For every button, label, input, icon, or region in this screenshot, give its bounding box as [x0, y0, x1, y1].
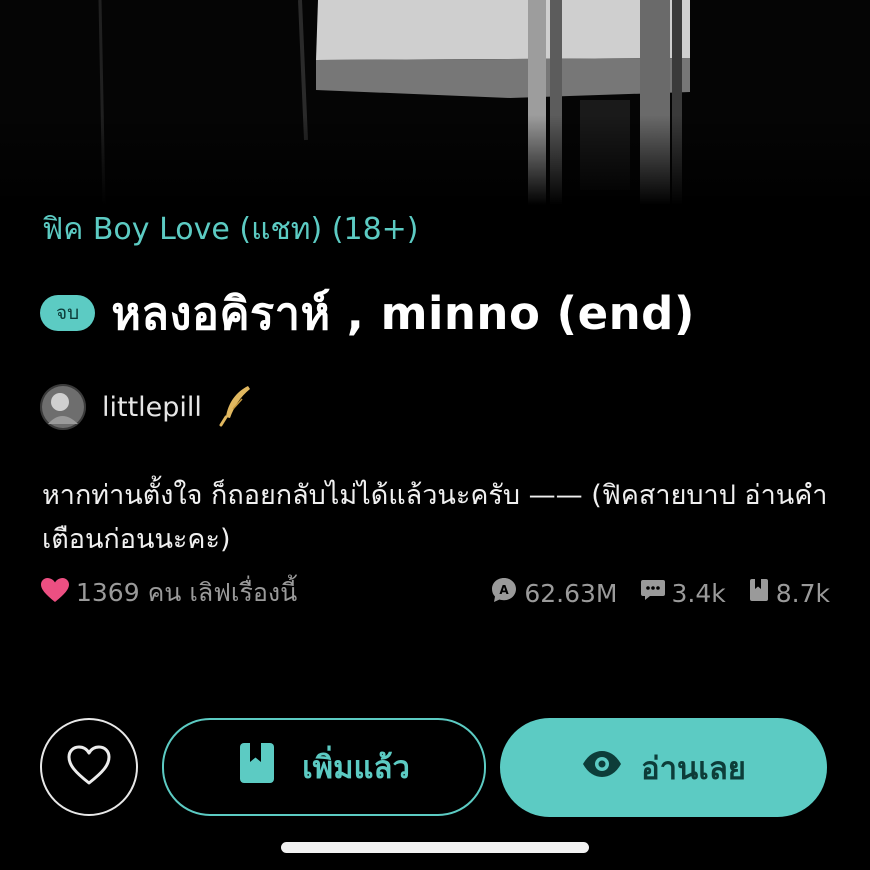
eye-icon: [581, 749, 623, 787]
story-title: หลงอคิราห์ , minno (end): [111, 287, 695, 340]
like-button[interactable]: [40, 718, 138, 816]
likes-count-text: 1369 คน เลิฟเรื่องนี้: [76, 578, 298, 607]
story-counters: A 62.63M 3.4k 8.7k: [490, 576, 830, 610]
heart-outline-icon: [66, 744, 112, 790]
feather-quill-icon: [218, 383, 254, 431]
view-count-icon: A: [490, 576, 518, 610]
add-to-library-button[interactable]: เพิ่มแล้ว: [162, 718, 486, 816]
bookmark-icon: [238, 741, 276, 793]
heart-filled-icon: [40, 577, 70, 609]
stats-row: 1369 คน เลิฟเรื่องนี้ A 62.63M 3.4k 8.7k: [40, 576, 830, 610]
comment-icon: [640, 578, 666, 608]
bookmark-icon: [748, 577, 770, 609]
status-badge: จบ: [40, 295, 96, 331]
views-count: 62.63M: [524, 578, 618, 608]
bookmarks-count: 8.7k: [775, 578, 830, 608]
author-name[interactable]: littlepill: [102, 392, 202, 423]
comments-count: 3.4k: [671, 578, 726, 608]
comments-stat: 3.4k: [640, 578, 726, 608]
action-bar: เพิ่มแล้ว อ่านเลย: [40, 718, 830, 818]
bookmarks-stat: 8.7k: [748, 577, 830, 609]
views-stat: A 62.63M: [490, 576, 618, 610]
likes-stat: 1369 คน เลิฟเรื่องนี้: [40, 573, 297, 613]
story-description: หากท่านตั้งใจ ก็ถอยกลับไม่ได้แล้วนะครับ …: [42, 480, 828, 555]
cover-image: [0, 0, 870, 205]
read-now-button[interactable]: อ่านเลย: [500, 718, 827, 817]
read-now-label: อ่านเลย: [641, 750, 746, 787]
svg-text:A: A: [500, 583, 510, 597]
author-avatar[interactable]: [40, 384, 86, 430]
author-row[interactable]: littlepill: [40, 384, 254, 430]
home-indicator[interactable]: [281, 842, 589, 853]
story-category[interactable]: ฟิค Boy Love (แชท) (18+): [42, 206, 419, 253]
story-title-row: จบ หลงอคิราห์ , minno (end): [40, 282, 695, 344]
add-to-library-label: เพิ่มแล้ว: [302, 750, 410, 786]
